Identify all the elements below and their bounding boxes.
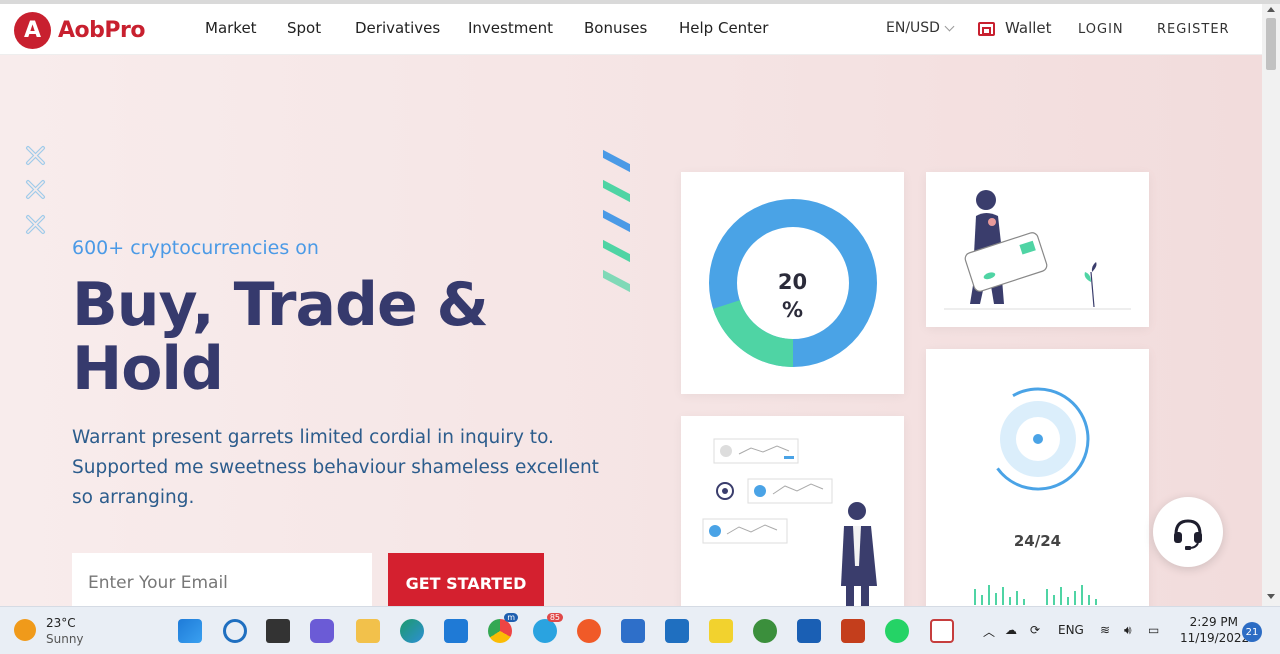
clock-date: 11/19/2022: [1180, 631, 1250, 645]
logo-text: AobPro: [58, 18, 145, 43]
radar-illustration: [974, 387, 1097, 605]
payment-illustration-card: [926, 172, 1149, 327]
chrome-profile-badge: m: [504, 613, 518, 622]
onedrive-icon[interactable]: ☁: [1005, 623, 1017, 637]
search-icon[interactable]: [223, 619, 247, 643]
weather-condition: Sunny: [46, 632, 84, 646]
stripe-decoration: [603, 239, 630, 263]
player-icon[interactable]: [709, 619, 733, 643]
customer-support-button[interactable]: [1153, 497, 1223, 567]
support-hours-card: 24/24: [926, 349, 1149, 606]
edge-browser-icon[interactable]: [400, 619, 424, 643]
weather-temperature: 23°C: [46, 616, 76, 630]
telegram-badge: 85: [546, 613, 563, 622]
nav-spot[interactable]: Spot: [287, 19, 321, 37]
powerpoint-icon[interactable]: [841, 619, 865, 643]
chevron-down-icon[interactable]: [944, 21, 955, 32]
sync-icon[interactable]: ⟳: [1030, 623, 1040, 637]
scroll-down-arrow-icon[interactable]: [1267, 594, 1275, 599]
stripe-decoration: [603, 269, 630, 293]
hero-headline: Buy, Trade & Hold: [72, 270, 489, 404]
snipping-tool-icon[interactable]: [930, 619, 954, 643]
input-language[interactable]: ENG: [1058, 623, 1084, 637]
task-view-icon[interactable]: [266, 619, 290, 643]
system-clock[interactable]: 2:29 PM 11/19/2022: [1180, 614, 1250, 646]
language-selector[interactable]: EN/USD: [886, 20, 940, 36]
login-link[interactable]: LOGIN: [1078, 22, 1124, 37]
nav-help-center[interactable]: Help Center: [679, 19, 768, 37]
nav-investment[interactable]: Investment: [468, 19, 553, 37]
cross-decoration-icon: [26, 146, 45, 165]
tray-chevron-up-icon[interactable]: ︿: [983, 623, 995, 640]
scroll-thumb[interactable]: [1266, 18, 1276, 70]
support-hours-text: 24/24: [1013, 532, 1062, 550]
person-card-illustration: [944, 190, 1131, 310]
page-scrollbar[interactable]: [1262, 4, 1280, 606]
top-navbar: A AobPro Market Spot Derivatives Investm…: [0, 4, 1262, 55]
analytics-illustration-card: [681, 416, 904, 606]
weather-widget[interactable]: 23°C Sunny: [14, 615, 84, 647]
start-icon[interactable]: [178, 619, 202, 643]
email-input[interactable]: [72, 553, 372, 606]
stripe-decoration: [603, 179, 630, 203]
wallet-icon[interactable]: [978, 22, 995, 36]
logo-icon: A: [14, 12, 51, 49]
wifi-icon[interactable]: ≋: [1100, 623, 1110, 637]
stripe-decoration: [603, 149, 630, 173]
scroll-up-arrow-icon[interactable]: [1267, 7, 1275, 12]
windows-taskbar: 23°C Sunny m 85 ︿ ☁ ⟳ ENG ≋ 🔊︎ ▭ 2:29 PM…: [0, 606, 1280, 654]
file-explorer-icon[interactable]: [356, 619, 380, 643]
whatsapp-icon[interactable]: [885, 619, 909, 643]
teams-chat-icon[interactable]: [310, 619, 334, 643]
telegram-icon[interactable]: 85: [533, 613, 563, 643]
hero-subtitle: 600+ cryptocurrencies on: [72, 237, 319, 259]
logo[interactable]: A AobPro: [14, 12, 145, 49]
volume-icon[interactable]: 🔊︎: [1124, 623, 1132, 638]
mail-icon[interactable]: [665, 619, 689, 643]
stripe-decoration: [603, 209, 630, 233]
hero-description: Warrant present garrets limited cordial …: [72, 427, 599, 508]
get-started-button[interactable]: GET STARTED: [388, 553, 544, 606]
hero-section: 600+ cryptocurrencies on Buy, Trade & Ho…: [0, 55, 1262, 606]
store-icon[interactable]: [797, 619, 821, 643]
sun-icon: [14, 619, 36, 641]
nav-derivatives[interactable]: Derivatives: [355, 19, 440, 37]
app-blue-icon[interactable]: [621, 619, 645, 643]
donut-card: 20 %: [681, 172, 904, 394]
vscode-icon[interactable]: [444, 619, 468, 643]
register-link[interactable]: REGISTER: [1157, 22, 1230, 37]
mongodb-icon[interactable]: [753, 619, 777, 643]
nav-bonuses[interactable]: Bonuses: [584, 19, 647, 37]
wallet-link[interactable]: Wallet: [1005, 19, 1052, 37]
donut-value: 20: [777, 270, 808, 294]
cross-decoration-icon: [26, 180, 45, 199]
chrome-icon[interactable]: m: [488, 613, 518, 643]
clock-time: 2:29 PM: [1189, 615, 1238, 629]
cross-decoration-icon: [26, 215, 45, 234]
donut-unit: %: [781, 298, 804, 322]
analytics-illustration: [702, 438, 877, 606]
nav-market[interactable]: Market: [205, 19, 257, 37]
notification-badge[interactable]: 21: [1242, 622, 1262, 642]
hero-headline-line1: Buy, Trade &: [72, 270, 489, 340]
headset-icon: [1174, 519, 1202, 550]
hero-headline-line2: Hold: [72, 334, 224, 404]
app-orange-icon[interactable]: [577, 619, 601, 643]
battery-icon[interactable]: ▭: [1148, 623, 1159, 637]
